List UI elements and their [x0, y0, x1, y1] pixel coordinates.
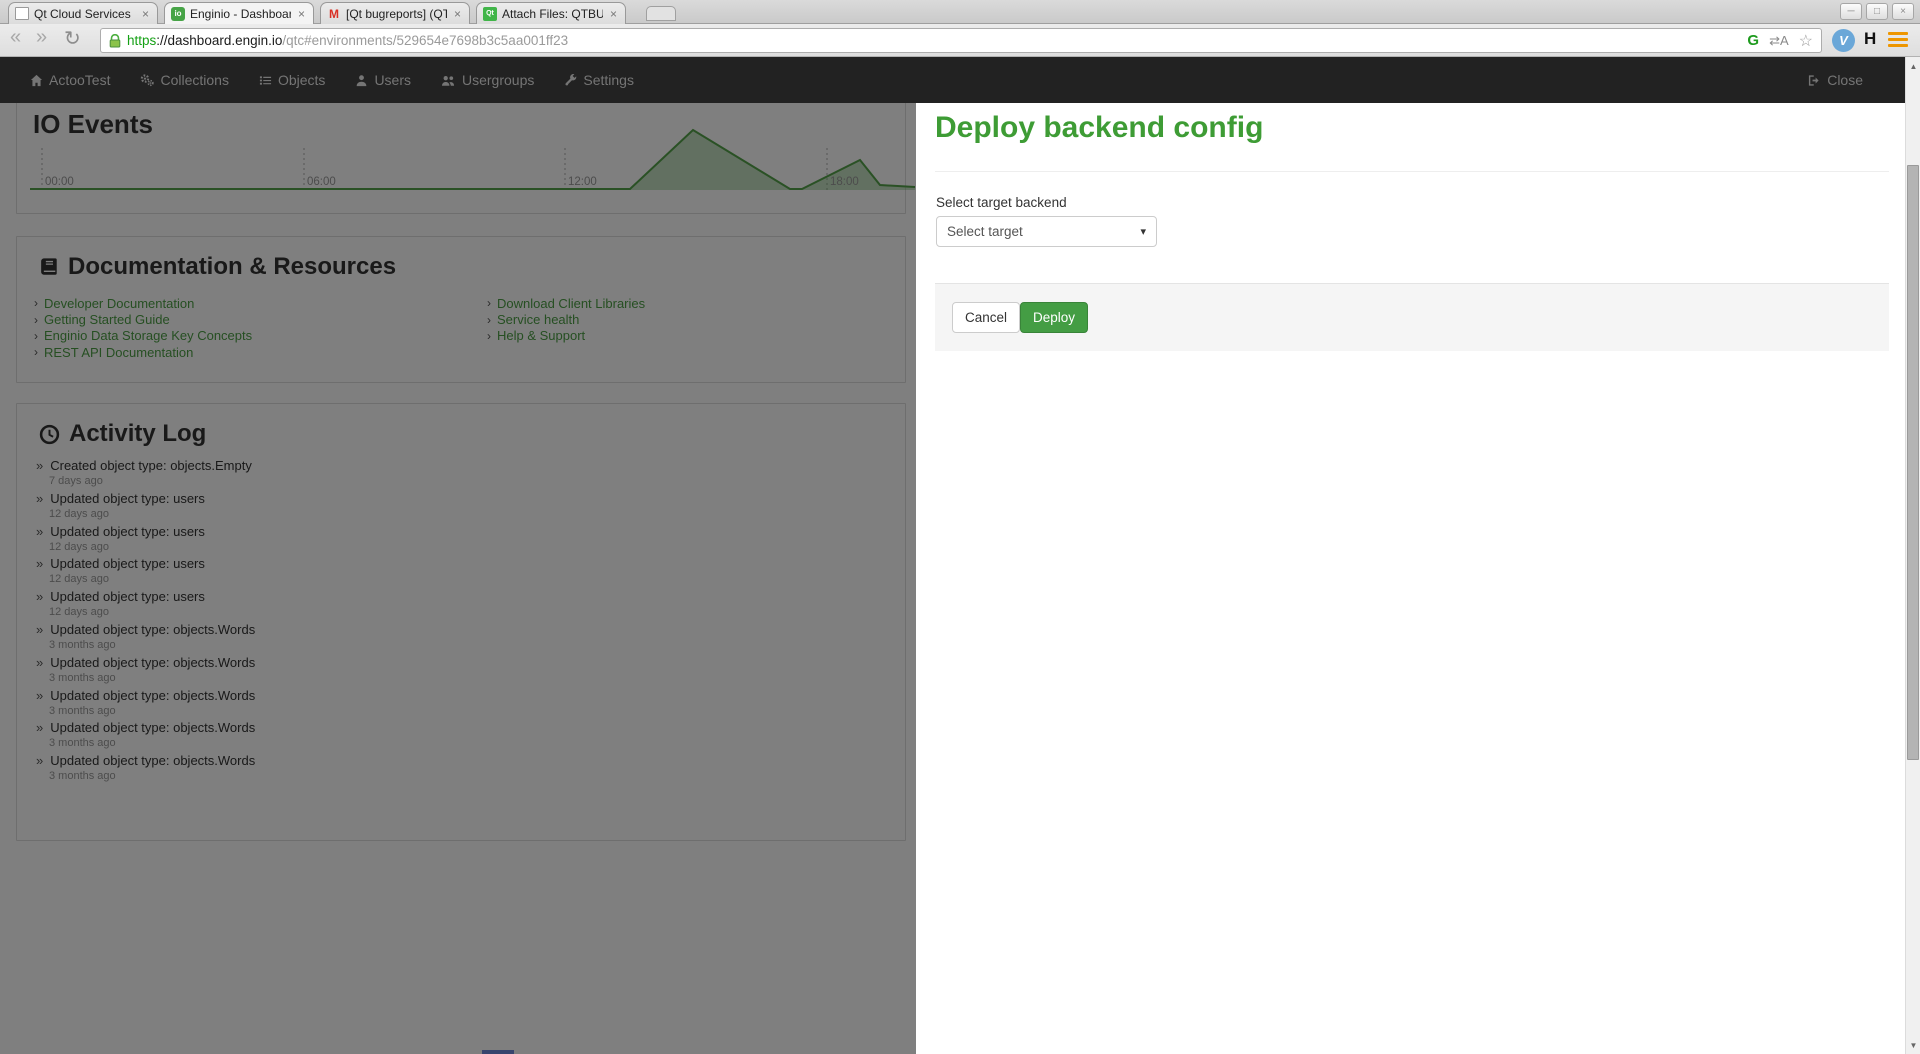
translate-icon[interactable]: ⇄A	[1769, 33, 1789, 49]
vertical-scrollbar[interactable]: ▲ ▼	[1905, 57, 1920, 1054]
tab-qt-bugreports[interactable]: M [Qt bugreports] (QTB ×	[320, 2, 470, 24]
modal-footer: Cancel Deploy	[935, 283, 1889, 351]
nav-label: Usergroups	[462, 72, 535, 88]
url-path: /qtc#environments/529654e7698b3c5aa001ff…	[282, 33, 569, 48]
nav-item-users[interactable]: Users	[355, 72, 411, 88]
nav-item-settings[interactable]: Settings	[564, 72, 634, 88]
nav-item-objects[interactable]: Objects	[259, 72, 325, 88]
tab-enginio-dashboard[interactable]: io Enginio - Dashboard ×	[164, 2, 314, 24]
gmail-favicon-icon: M	[329, 6, 339, 21]
tab-qt-cloud-services[interactable]: Qt Cloud Services ×	[8, 2, 158, 24]
bottom-scroll-indicator	[482, 1050, 514, 1054]
home-icon	[30, 74, 43, 86]
scroll-up-icon[interactable]: ▲	[1906, 62, 1920, 71]
tab-attach-files[interactable]: Qt Attach Files: QTBUG– ×	[476, 2, 626, 24]
reload-icon[interactable]: ↻	[64, 26, 81, 51]
deploy-button[interactable]: Deploy	[1020, 302, 1089, 333]
back-icon[interactable]: «	[10, 26, 21, 49]
lock-icon	[109, 33, 121, 47]
scrollbar-thumb[interactable]	[1907, 165, 1919, 760]
nav-label: ActooTest	[49, 72, 111, 88]
nav-label: Objects	[277, 72, 326, 88]
minimize-button[interactable]: ─	[1840, 3, 1862, 20]
target-backend-select[interactable]: Select target ▾	[936, 216, 1157, 247]
url-text: https://dashboard.engin.io/qtc#environme…	[127, 33, 1737, 48]
page-favicon-icon	[15, 7, 29, 20]
nav-item-usergroups[interactable]: Usergroups	[441, 72, 534, 88]
cogs-icon	[141, 74, 155, 87]
v-extension-icon[interactable]: V	[1832, 29, 1855, 52]
tab-title: [Qt bugreports] (QTB	[346, 6, 447, 21]
users-icon	[442, 75, 455, 86]
tab-close-icon[interactable]: ×	[140, 7, 151, 21]
divider	[935, 171, 1889, 172]
nav-label: Settings	[583, 72, 634, 88]
nav-item-actootest[interactable]: ActooTest	[30, 72, 110, 88]
nav-item-collections[interactable]: Collections	[140, 72, 229, 88]
app-navbar: ActooTest Collections Objects Users User…	[0, 57, 1905, 103]
url-scheme: https	[127, 33, 157, 48]
tab-strip: Qt Cloud Services × io Enginio - Dashboa…	[0, 0, 1920, 24]
scroll-down-icon[interactable]: ▼	[1906, 1041, 1920, 1050]
g-extension-icon[interactable]: G	[1747, 32, 1759, 49]
wrench-icon	[565, 73, 577, 85]
modal-title: Deploy backend config	[935, 111, 1264, 144]
nav-label: Users	[374, 72, 411, 88]
address-bar[interactable]: https://dashboard.engin.io/qtc#environme…	[100, 28, 1822, 53]
list-icon	[259, 75, 272, 85]
menu-icon[interactable]	[1888, 32, 1908, 50]
nav-close-button[interactable]: Close	[1808, 57, 1863, 103]
new-tab-button[interactable]	[646, 6, 676, 21]
close-window-button[interactable]: ×	[1892, 3, 1914, 20]
maximize-button[interactable]: □	[1866, 3, 1888, 20]
bookmark-star-icon[interactable]: ☆	[1799, 31, 1813, 51]
tab-title: Attach Files: QTBUG–	[502, 6, 603, 21]
page-content: IO Events 00:00 06:00 12:00 18:00	[0, 103, 1920, 1054]
tab-close-icon[interactable]: ×	[452, 7, 463, 21]
cancel-button[interactable]: Cancel	[952, 302, 1021, 333]
tab-close-icon[interactable]: ×	[296, 7, 307, 21]
sign-out-icon	[1809, 74, 1819, 86]
tab-title: Qt Cloud Services	[34, 6, 131, 21]
qt-favicon-icon: Qt	[483, 6, 497, 21]
nav-close-label: Close	[1827, 72, 1863, 88]
nav-label: Collections	[160, 72, 229, 88]
browser-toolbar: « » ↻ https://dashboard.engin.io/qtc#env…	[0, 24, 1920, 57]
h-extension-icon[interactable]: H	[1864, 29, 1876, 49]
enginio-favicon-icon: io	[171, 6, 185, 21]
tab-title: Enginio - Dashboard	[190, 6, 291, 21]
user-icon	[357, 74, 367, 86]
forward-icon[interactable]: »	[36, 26, 47, 49]
url-host: ://dashboard.engin.io	[156, 33, 283, 48]
modal-backdrop	[0, 103, 916, 1054]
tab-close-icon[interactable]: ×	[608, 7, 619, 21]
caret-down-icon: ▾	[1140, 226, 1146, 238]
target-backend-label: Select target backend	[936, 195, 1067, 210]
select-value: Select target	[947, 224, 1023, 239]
deploy-modal: Deploy backend config Select target back…	[916, 103, 1905, 1054]
browser-window: Qt Cloud Services × io Enginio - Dashboa…	[0, 0, 1920, 1054]
window-controls: ─ □ ×	[1840, 3, 1914, 20]
